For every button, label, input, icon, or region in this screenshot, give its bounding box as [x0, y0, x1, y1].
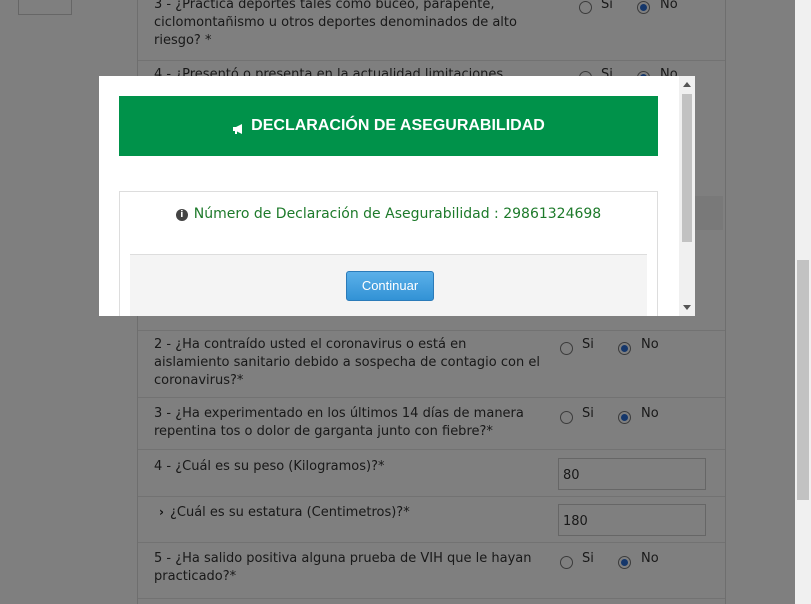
declaration-number-text: Número de Declaración de Asegurabilidad … [193, 206, 602, 222]
declaration-card: i Número de Declaración de Asegurabilidad… [119, 191, 658, 316]
continue-button[interactable]: Continuar [346, 271, 434, 301]
declaration-message: i Número de Declaración de Asegurabilidad… [120, 206, 657, 222]
modal-scrollbar-thumb[interactable] [682, 94, 692, 242]
modal-title: DECLARACIÓN DE ASEGURABILIDAD [251, 117, 545, 134]
declaration-modal: DECLARACIÓN DE ASEGURABILIDAD i Número de… [99, 76, 695, 316]
modal-content: DECLARACIÓN DE ASEGURABILIDAD i Número de… [99, 76, 679, 316]
page-scrollbar[interactable] [795, 0, 811, 604]
modal-title-banner: DECLARACIÓN DE ASEGURABILIDAD [119, 96, 658, 156]
info-icon: i [175, 209, 188, 221]
page-scrollbar-thumb[interactable] [797, 260, 809, 500]
megaphone-icon [232, 121, 245, 134]
modal-scrollbar[interactable] [679, 76, 695, 316]
scroll-down-arrow-icon[interactable] [683, 305, 691, 310]
card-footer: Continuar [130, 254, 647, 316]
scroll-up-arrow-icon[interactable] [683, 82, 691, 87]
